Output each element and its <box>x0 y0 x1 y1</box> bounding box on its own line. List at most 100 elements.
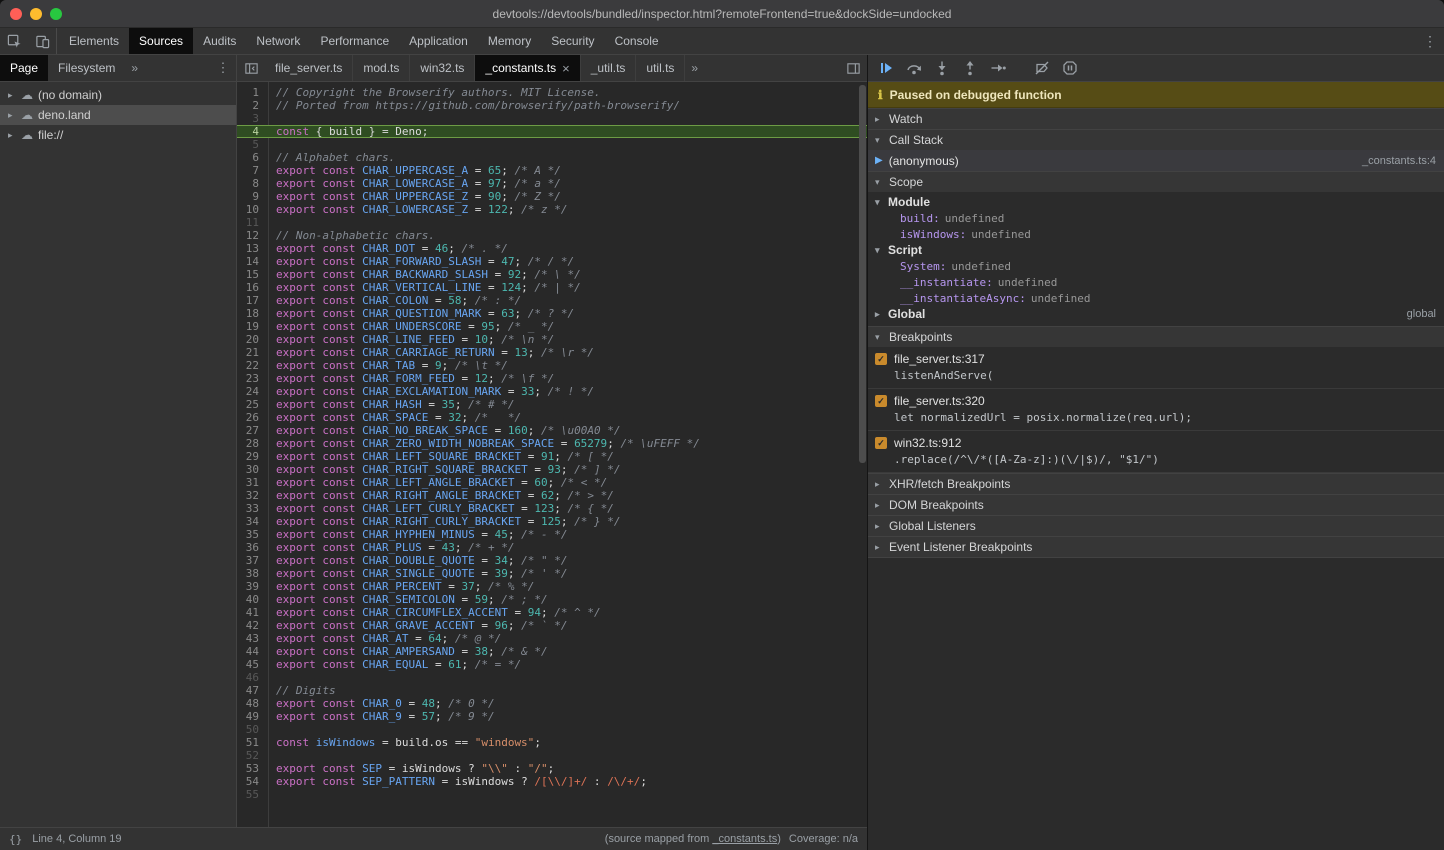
pretty-print-icon[interactable]: {} <box>9 833 22 846</box>
code-text[interactable]: export const CHAR_DOT = 46; /* . */ <box>268 242 867 255</box>
tab-audits[interactable]: Audits <box>193 28 246 54</box>
code-text[interactable]: export const CHAR_PERCENT = 37; /* % */ <box>268 580 867 593</box>
code-text[interactable] <box>268 216 867 229</box>
line-number[interactable]: 3 <box>237 112 268 125</box>
code-text[interactable]: export const CHAR_SINGLE_QUOTE = 39; /* … <box>268 567 867 580</box>
source-mapped-link[interactable]: _constants.ts <box>712 833 777 845</box>
section-dom-breakpoints[interactable]: ▸ DOM Breakpoints <box>868 494 1444 515</box>
breakpoint-item[interactable]: ✓ file_server.ts:320 let normalizedUrl =… <box>868 389 1444 431</box>
more-editor-tabs-icon[interactable]: » <box>685 55 704 81</box>
code-text[interactable]: export const CHAR_EQUAL = 61; /* = */ <box>268 658 867 671</box>
line-number[interactable]: 45 <box>237 658 268 671</box>
editor-tab-file-server[interactable]: file_server.ts <box>265 55 353 81</box>
line-number[interactable]: 53 <box>237 762 268 775</box>
code-text[interactable]: export const CHAR_FORWARD_SLASH = 47; /*… <box>268 255 867 268</box>
kebab-menu-icon[interactable]: ⋮ <box>1416 28 1444 54</box>
step-icon[interactable] <box>990 60 1006 76</box>
line-number[interactable]: 38 <box>237 567 268 580</box>
zoom-window-button[interactable] <box>50 8 62 20</box>
code-text[interactable]: export const CHAR_PLUS = 43; /* + */ <box>268 541 867 554</box>
close-window-button[interactable] <box>10 8 22 20</box>
code-text[interactable]: // Copyright the Browserify authors. MIT… <box>268 86 867 99</box>
line-number[interactable]: 8 <box>237 177 268 190</box>
breakpoint-item[interactable]: ✓ file_server.ts:317 listenAndServe( <box>868 347 1444 389</box>
code-text[interactable]: export const CHAR_LEFT_CURLY_BRACKET = 1… <box>268 502 867 515</box>
code-text[interactable]: export const SEP_PATTERN = isWindows ? /… <box>268 775 867 788</box>
line-number[interactable]: 23 <box>237 372 268 385</box>
code-text[interactable]: export const CHAR_ZERO_WIDTH_NOBREAK_SPA… <box>268 437 867 450</box>
line-number[interactable]: 28 <box>237 437 268 450</box>
code-text[interactable] <box>268 671 867 684</box>
line-number[interactable]: 19 <box>237 320 268 333</box>
line-number[interactable]: 27 <box>237 424 268 437</box>
code-text[interactable]: export const CHAR_DOUBLE_QUOTE = 34; /* … <box>268 554 867 567</box>
code-text[interactable]: export const CHAR_LEFT_ANGLE_BRACKET = 6… <box>268 476 867 489</box>
code-text[interactable]: export const CHAR_LOWERCASE_A = 97; /* a… <box>268 177 867 190</box>
code-text[interactable] <box>268 112 867 125</box>
editor-tab-mod[interactable]: mod.ts <box>353 55 410 81</box>
breakpoint-location[interactable]: file_server.ts:317 <box>894 352 985 366</box>
line-number[interactable]: 48 <box>237 697 268 710</box>
line-number[interactable]: 30 <box>237 463 268 476</box>
line-number[interactable]: 15 <box>237 268 268 281</box>
code-text[interactable]: export const CHAR_LOWERCASE_Z = 122; /* … <box>268 203 867 216</box>
line-number[interactable]: 9 <box>237 190 268 203</box>
code-text[interactable]: export const CHAR_QUESTION_MARK = 63; /*… <box>268 307 867 320</box>
line-number[interactable]: 5 <box>237 138 268 151</box>
call-stack-frame[interactable]: ▶ (anonymous) _constants.ts:4 <box>868 150 1444 171</box>
close-tab-icon[interactable]: × <box>562 61 570 76</box>
code-text[interactable]: export const CHAR_EXCLAMATION_MARK = 33;… <box>268 385 867 398</box>
section-watch[interactable]: ▸ Watch <box>868 108 1444 129</box>
navigator-kebab-icon[interactable]: ⋮ <box>210 55 236 81</box>
line-number[interactable]: 31 <box>237 476 268 489</box>
line-number[interactable]: 42 <box>237 619 268 632</box>
editor-tab-util-underscore[interactable]: _util.ts <box>581 55 637 81</box>
editor-tab-constants[interactable]: _constants.ts × <box>475 55 580 81</box>
code-text[interactable]: // Digits <box>268 684 867 697</box>
line-number[interactable]: 37 <box>237 554 268 567</box>
line-number[interactable]: 1 <box>237 86 268 99</box>
code-text[interactable] <box>268 723 867 736</box>
line-number[interactable]: 49 <box>237 710 268 723</box>
breakpoint-checkbox[interactable]: ✓ <box>875 395 887 407</box>
tree-item-file[interactable]: ▸ ☁ file:// <box>0 125 236 145</box>
line-number[interactable]: 24 <box>237 385 268 398</box>
code-text[interactable]: export const CHAR_RIGHT_CURLY_BRACKET = … <box>268 515 867 528</box>
line-number[interactable]: 2 <box>237 99 268 112</box>
code-text[interactable]: export const CHAR_BACKWARD_SLASH = 92; /… <box>268 268 867 281</box>
section-scope[interactable]: ▾ Scope <box>868 171 1444 192</box>
code-text[interactable]: export const CHAR_CARRIAGE_RETURN = 13; … <box>268 346 867 359</box>
line-number[interactable]: 46 <box>237 671 268 684</box>
section-breakpoints[interactable]: ▾ Breakpoints <box>868 326 1444 347</box>
code-text[interactable]: export const CHAR_UNDERSCORE = 95; /* _ … <box>268 320 867 333</box>
code-editor[interactable]: 1// Copyright the Browserify authors. MI… <box>237 82 867 827</box>
code-text[interactable]: export const CHAR_UPPERCASE_Z = 90; /* Z… <box>268 190 867 203</box>
tab-filesystem[interactable]: Filesystem <box>48 55 125 81</box>
section-global-listeners[interactable]: ▸ Global Listeners <box>868 515 1444 536</box>
code-text[interactable] <box>268 138 867 151</box>
breakpoint-item[interactable]: ✓ win32.ts:912 .replace(/^\/*([A-Za-z]:)… <box>868 431 1444 473</box>
line-number[interactable]: 29 <box>237 450 268 463</box>
line-number[interactable]: 10 <box>237 203 268 216</box>
code-text[interactable]: export const CHAR_CIRCUMFLEX_ACCENT = 94… <box>268 606 867 619</box>
line-number[interactable]: 20 <box>237 333 268 346</box>
code-text[interactable]: export const CHAR_AT = 64; /* @ */ <box>268 632 867 645</box>
code-text[interactable]: // Non-alphabetic chars. <box>268 229 867 242</box>
line-number[interactable]: 7 <box>237 164 268 177</box>
line-number[interactable]: 22 <box>237 359 268 372</box>
code-text[interactable]: export const CHAR_SEMICOLON = 59; /* ; *… <box>268 593 867 606</box>
line-number[interactable]: 6 <box>237 151 268 164</box>
code-text[interactable]: export const CHAR_TAB = 9; /* \t */ <box>268 359 867 372</box>
section-event-listener-breakpoints[interactable]: ▸ Event Listener Breakpoints <box>868 536 1444 557</box>
more-tabs-icon[interactable]: » <box>125 55 144 81</box>
breakpoint-checkbox[interactable]: ✓ <box>875 353 887 365</box>
code-text[interactable]: // Ported from https://github.com/browse… <box>268 99 867 112</box>
resume-script-icon[interactable] <box>878 60 894 76</box>
code-text[interactable]: export const CHAR_LINE_FEED = 10; /* \n … <box>268 333 867 346</box>
line-number[interactable]: 13 <box>237 242 268 255</box>
tab-sources[interactable]: Sources <box>129 28 193 54</box>
code-text[interactable]: export const CHAR_HASH = 35; /* # */ <box>268 398 867 411</box>
pause-on-exceptions-icon[interactable] <box>1062 60 1078 76</box>
code-text[interactable]: export const CHAR_RIGHT_SQUARE_BRACKET =… <box>268 463 867 476</box>
editor-tab-win32[interactable]: win32.ts <box>410 55 475 81</box>
